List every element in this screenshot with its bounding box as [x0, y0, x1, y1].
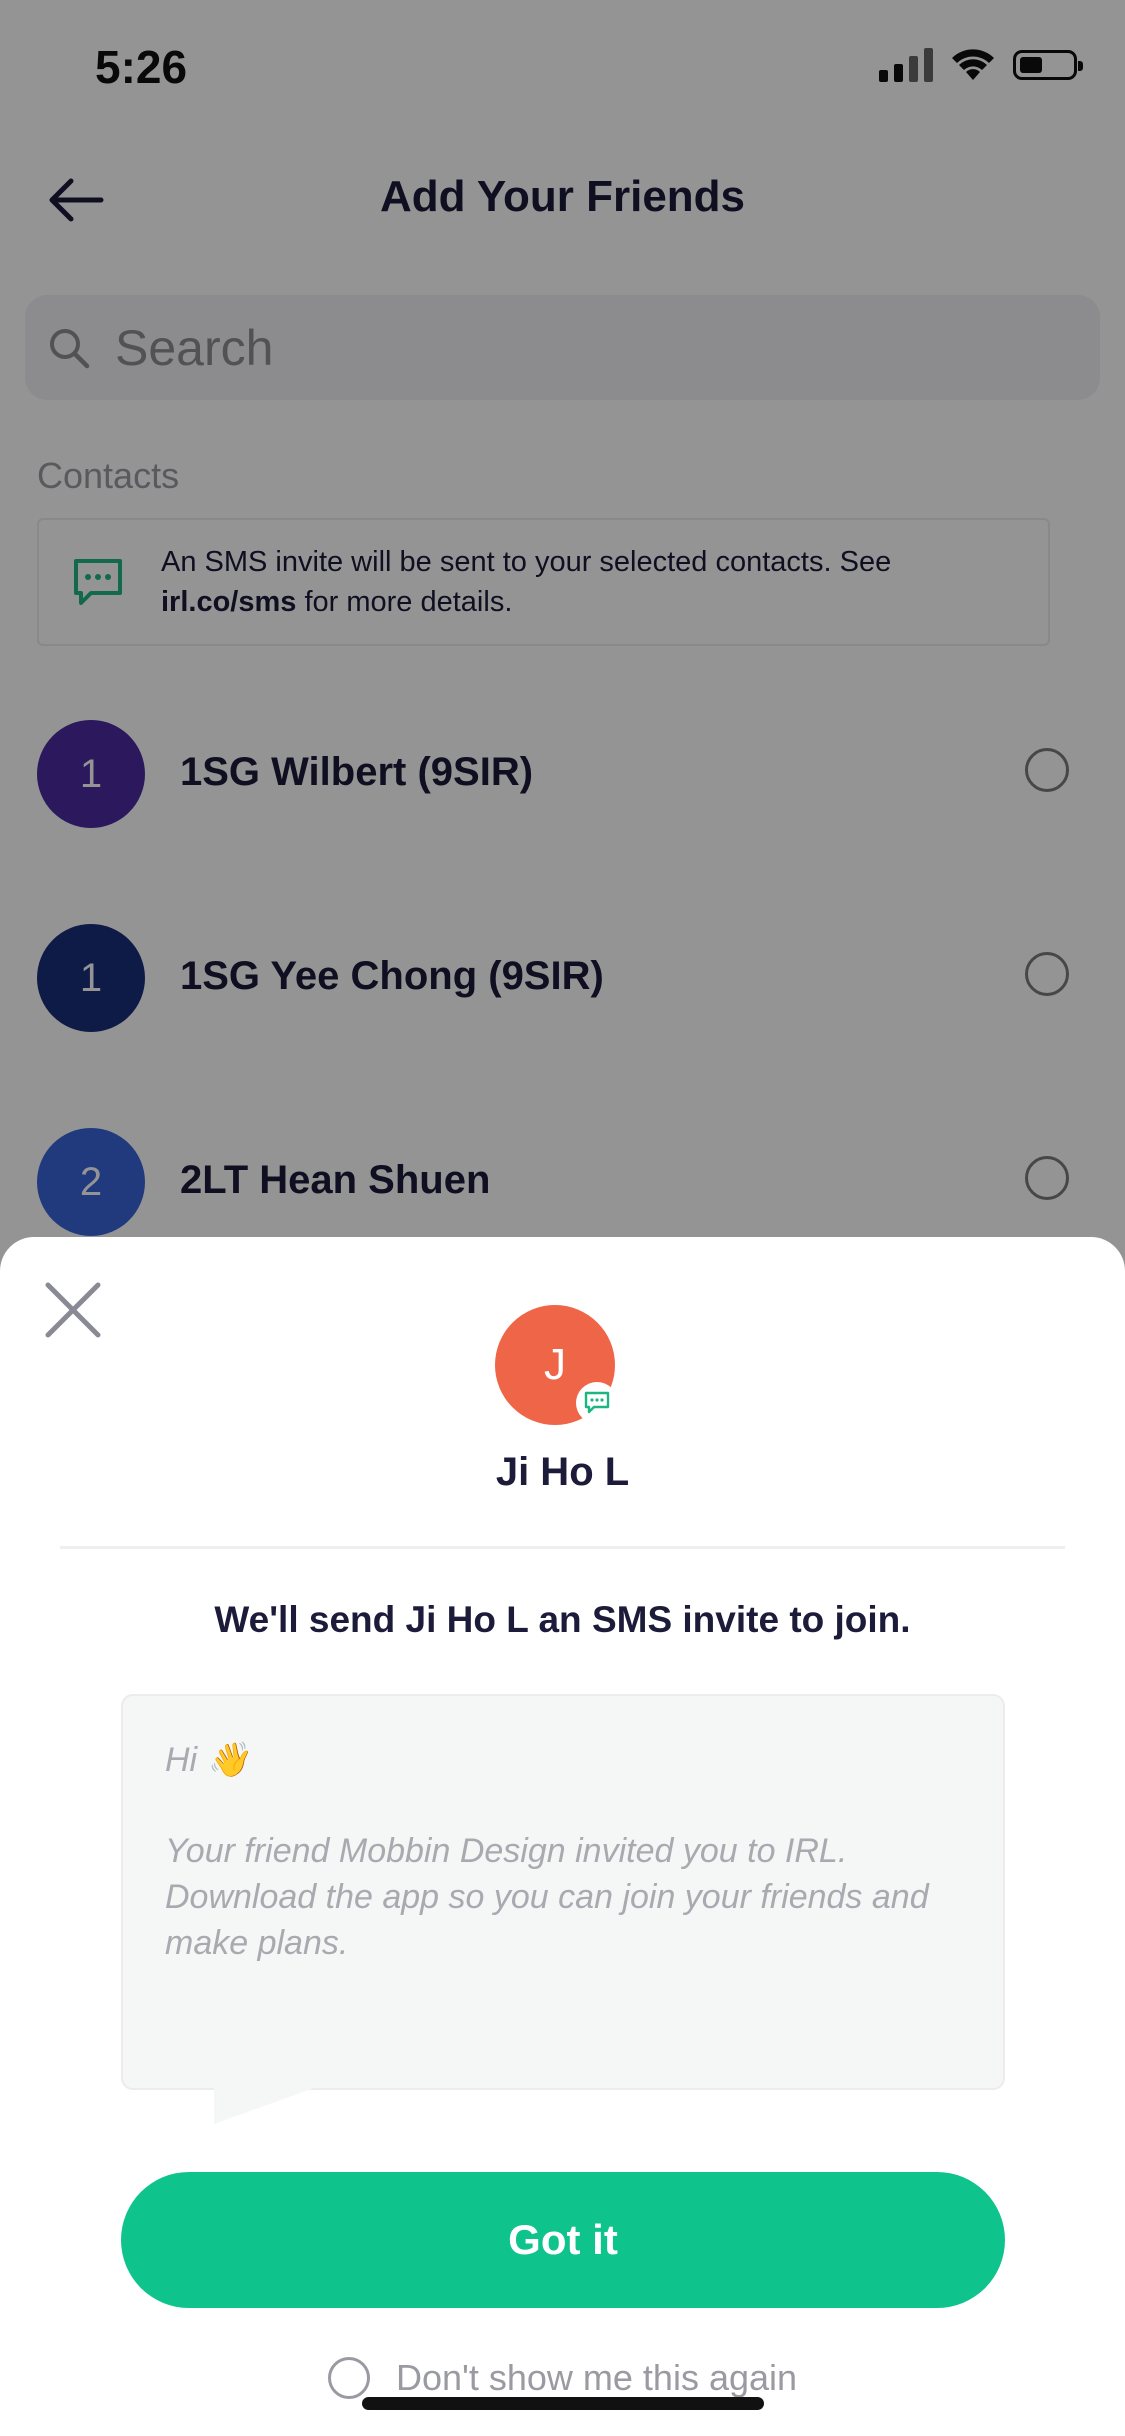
- close-button[interactable]: [40, 1277, 106, 1343]
- dont-show-label: Don't show me this again: [395, 2357, 798, 2398]
- got-it-button[interactable]: Got it: [121, 2172, 1005, 2308]
- invite-sheet: J Ji Ho L We'll send Ji Ho L an SMS invi…: [0, 1237, 1125, 2436]
- contact-name: Ji Ho L: [495, 1450, 630, 1494]
- sms-badge-icon: [576, 1382, 618, 1424]
- sms-preview-bubble: Hi 👋 Your friend Mobbin Design invited y…: [121, 1694, 1005, 2090]
- dont-show-radio[interactable]: [327, 2357, 370, 2399]
- close-icon: [45, 1282, 101, 1338]
- dont-show-again-toggle[interactable]: Don't show me this again: [0, 2357, 1125, 2399]
- divider: [60, 1546, 1065, 1549]
- home-indicator: [362, 2397, 764, 2410]
- sms-body: Your friend Mobbin Design invited you to…: [165, 1832, 929, 1962]
- sms-greeting: Hi 👋: [165, 1741, 249, 1779]
- invite-message: We'll send Ji Ho L an SMS invite to join…: [214, 1599, 911, 1640]
- bubble-tail: [214, 2088, 314, 2124]
